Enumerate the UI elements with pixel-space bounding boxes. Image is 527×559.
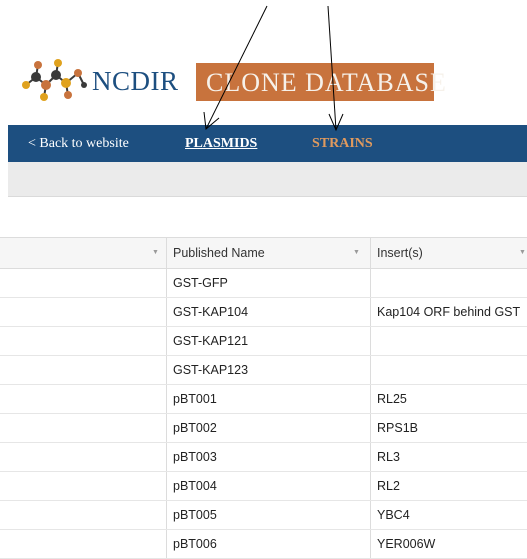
row-cell-empty xyxy=(0,530,167,558)
nav-strains-link[interactable]: STRAINS xyxy=(312,136,373,152)
row-cell-empty xyxy=(0,269,167,297)
published-name-cell: pBT006 xyxy=(167,530,371,558)
table-row[interactable]: pBT006 YER006W xyxy=(0,530,527,559)
header-logo-area: NCDIR CLONE DATABASE xyxy=(0,0,527,125)
brand-box: CLONE DATABASE xyxy=(196,63,446,101)
row-cell-empty xyxy=(0,385,167,413)
table-row[interactable]: pBT002 RPS1B xyxy=(0,414,527,443)
brand-subtitle: CLONE DATABASE xyxy=(206,68,447,97)
insert-cell: RL2 xyxy=(377,479,400,493)
row-cell-empty xyxy=(0,472,167,500)
toolbar-strip xyxy=(8,162,527,197)
published-name-cell: GST-KAP121 xyxy=(167,327,371,355)
molecule-logo-icon xyxy=(22,59,87,101)
insert-cell: YER006W xyxy=(377,537,436,551)
table-row[interactable]: pBT004 RL2 xyxy=(0,472,527,501)
sort-caret-icon[interactable]: ▼ xyxy=(353,238,360,268)
published-name-cell: GST-KAP104 xyxy=(167,298,371,326)
insert-cell: RL25 xyxy=(377,392,407,406)
back-to-website-link[interactable]: < Back to website xyxy=(28,136,129,152)
table-row[interactable]: GST-KAP104 Kap104 ORF behind GST xyxy=(0,298,527,327)
table-row[interactable]: GST-KAP121 xyxy=(0,327,527,356)
brand-name: NCDIR xyxy=(92,66,179,96)
table-row[interactable]: GST-KAP123 xyxy=(0,356,527,385)
published-name-cell: pBT002 xyxy=(167,414,371,442)
row-cell-empty xyxy=(0,414,167,442)
insert-cell: RPS1B xyxy=(377,421,418,435)
published-name-cell: pBT001 xyxy=(167,385,371,413)
row-cell-empty xyxy=(0,298,167,326)
column-header[interactable]: ▼ xyxy=(0,238,167,268)
nav-plasmids-link[interactable]: PLASMIDS xyxy=(185,136,257,152)
insert-cell: RL3 xyxy=(377,450,400,464)
insert-cell xyxy=(371,269,527,297)
insert-cell xyxy=(371,356,527,384)
row-cell-empty xyxy=(0,356,167,384)
table-header: ▼ Published Name ▼ Insert(s) ▼ xyxy=(0,238,527,269)
sort-caret-icon[interactable]: ▼ xyxy=(152,238,159,268)
insert-cell: Kap104 ORF behind GST xyxy=(377,305,521,319)
published-name-cell: pBT004 xyxy=(167,472,371,500)
column-header-inserts[interactable]: Insert(s) ▼ xyxy=(371,238,527,268)
plasmid-table: ▼ Published Name ▼ Insert(s) ▼ GST-GFP GS… xyxy=(0,237,527,559)
published-name-cell: GST-KAP123 xyxy=(167,356,371,384)
table-row[interactable]: pBT003 RL3 xyxy=(0,443,527,472)
table-row[interactable]: GST-GFP xyxy=(0,269,527,298)
published-name-cell: pBT005 xyxy=(167,501,371,529)
row-cell-empty xyxy=(0,327,167,355)
table-row[interactable]: pBT005 YBC4 xyxy=(0,501,527,530)
row-cell-empty xyxy=(0,443,167,471)
table-row[interactable]: pBT001 RL25 xyxy=(0,385,527,414)
published-name-cell: pBT003 xyxy=(167,443,371,471)
sort-caret-icon[interactable]: ▼ xyxy=(519,238,526,268)
insert-cell xyxy=(371,327,527,355)
column-header-published-name[interactable]: Published Name ▼ xyxy=(167,238,371,268)
row-cell-empty xyxy=(0,501,167,529)
main-navbar: < Back to website PLASMIDS STRAINS xyxy=(8,125,527,162)
published-name-cell: GST-GFP xyxy=(167,269,371,297)
insert-cell: YBC4 xyxy=(377,508,410,522)
